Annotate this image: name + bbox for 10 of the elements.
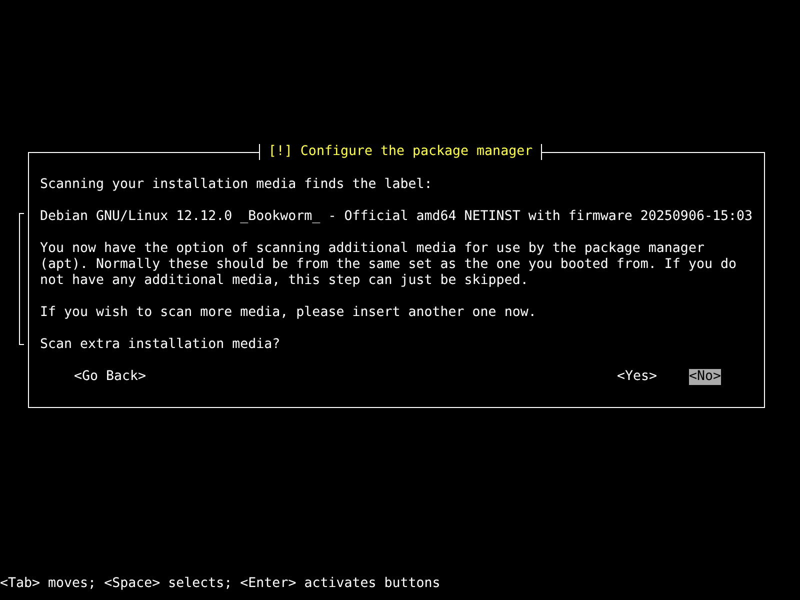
message-text: If you wish to scan more media, please insert another one now. — [40, 305, 538, 321]
dialog-title: [!] Configure the package manager — [268, 144, 533, 160]
message-text: You now have the option of scanning additional media for use by the package manager (apt). Normally these should be from the same set as the one you booted from. If you do not have any additional media, this step can just be skipped. — [40, 241, 738, 289]
dialog-button[interactable]: <No> — [688, 369, 721, 385]
message-text: Scan extra installation media? — [40, 337, 282, 353]
dialog-button[interactable]: <Go Back> — [74, 369, 146, 385]
message-text: Scanning your installation media finds the label: — [40, 177, 434, 193]
media-label: Debian GNU/Linux 12.12.0 _Bookworm_ - Official amd64 NETINST with firmware 20250906-15:03 — [40, 209, 754, 225]
dialog-button[interactable]: <Yes> — [616, 369, 657, 385]
help-text: <Tab> moves; <Space> selects; <Enter> activates buttons — [0, 576, 440, 592]
